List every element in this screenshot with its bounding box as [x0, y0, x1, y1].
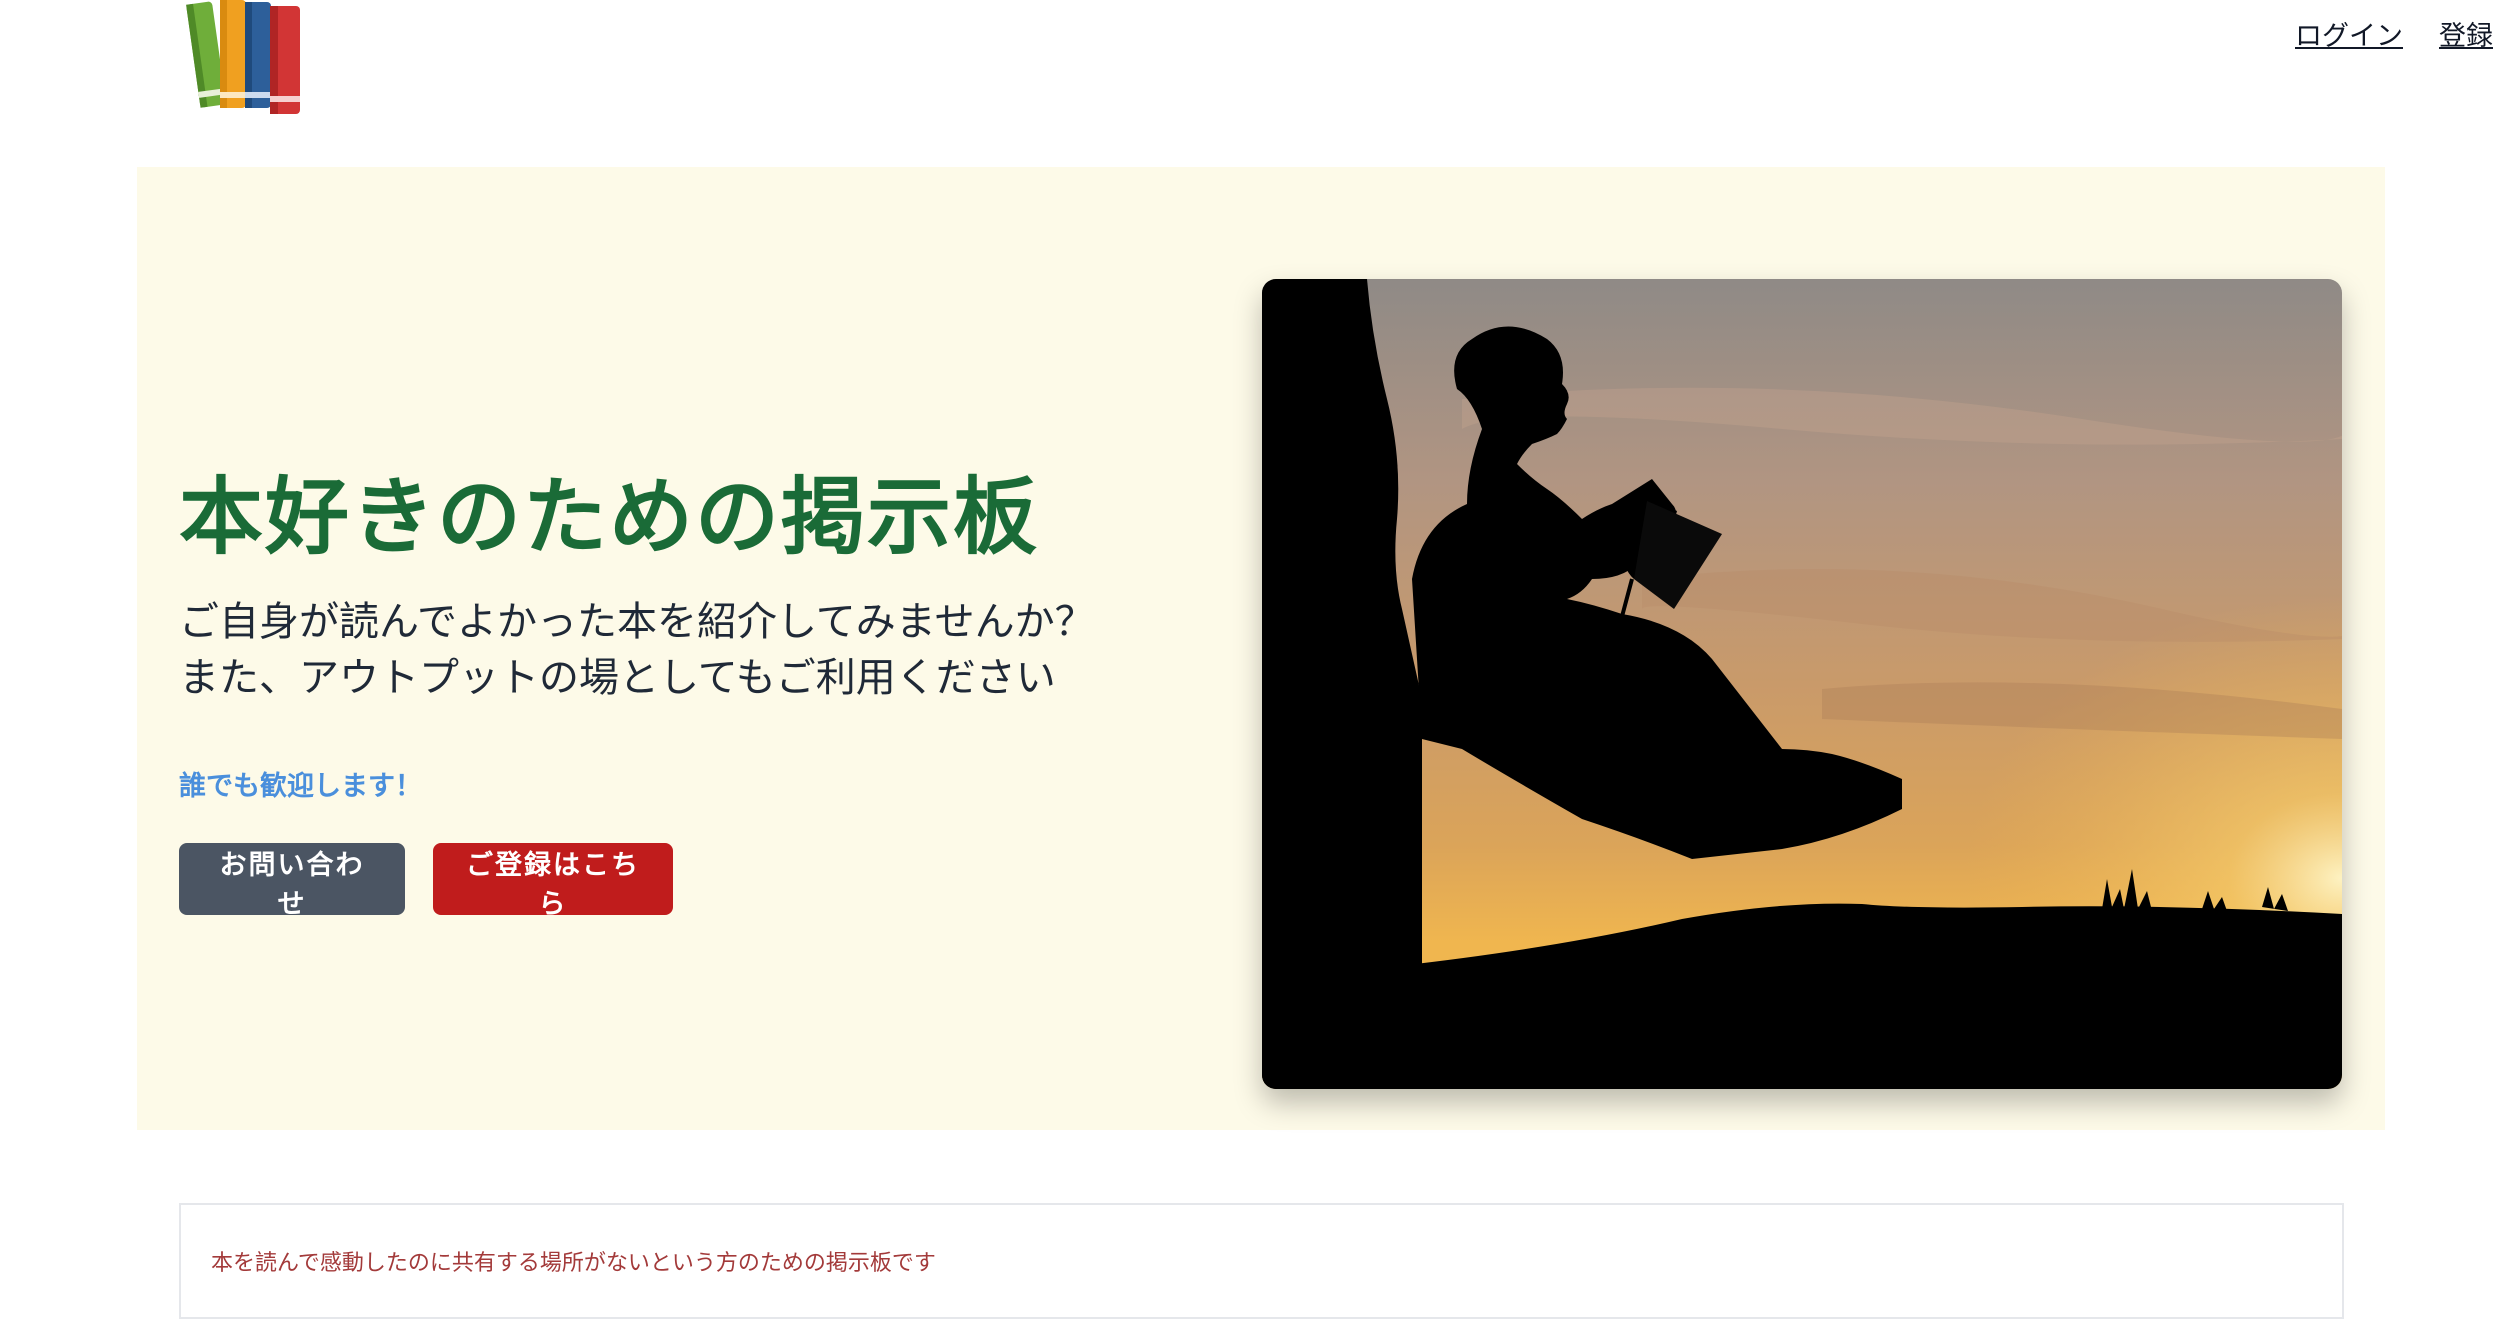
hero-title: 本好きのための掲示板 [179, 468, 1040, 566]
hero-subtitle-line2: また、アウトプットの場としてもご利用ください [179, 654, 1056, 701]
hero-buttons: お問い合わせ ご登録はこちら [179, 842, 1179, 920]
hero-section: 本好きのための掲示板 ご自身が読んでよかった本を紹介してみませんか？ また、アウ… [137, 167, 2385, 1130]
register-link[interactable]: 登録 [2439, 14, 2493, 53]
about-text: 本を読んで感動したのに共有する場所がないという方のための掲示板です [211, 1251, 936, 1276]
login-link[interactable]: ログイン [2295, 14, 2403, 53]
hero-subtitle-line1: ご自身が読んでよかった本を紹介してみませんか？ [179, 598, 1095, 645]
reading-silhouette-image [1262, 279, 2342, 1089]
hero-text-block: 本好きのための掲示板 ご自身が読んでよかった本を紹介してみませんか？ また、アウ… [179, 467, 1179, 920]
about-box: 本を読んで感動したのに共有する場所がないという方のための掲示板です [179, 1203, 2344, 1319]
hero-image [1262, 279, 2342, 1089]
contact-button[interactable]: お問い合わせ [179, 842, 405, 920]
books-logo-icon[interactable] [180, 0, 330, 118]
signup-button[interactable]: ご登録はこちら [433, 842, 673, 920]
hero-subtitle: ご自身が読んでよかった本を紹介してみませんか？ また、アウトプットの場としてもご… [179, 594, 1179, 706]
header-nav: ログイン 登録 [2295, 14, 2493, 53]
hero-welcome-note: 誰でも歓迎します！ [179, 770, 422, 802]
site-header: ログイン 登録 [0, 0, 2507, 140]
